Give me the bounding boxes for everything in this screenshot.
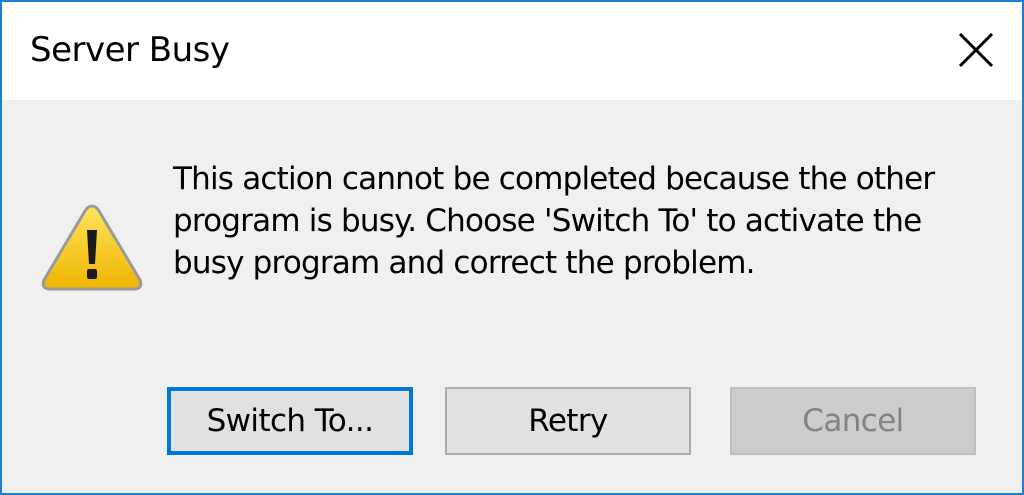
retry-button[interactable]: Retry	[445, 387, 691, 455]
title-bar: Server Busy	[2, 2, 1022, 100]
warning-icon	[40, 202, 144, 294]
server-busy-dialog: Server Busy This action cannot be comple…	[0, 0, 1024, 495]
message-text: This action cannot be completed because …	[173, 158, 993, 284]
message-line: busy program and correct the problem.	[173, 245, 755, 281]
message-line: This action cannot be completed because …	[173, 161, 935, 197]
window-title: Server Busy	[30, 30, 230, 70]
close-icon	[958, 32, 994, 68]
message-line: program is busy. Choose 'Switch To' to a…	[173, 203, 922, 239]
close-button[interactable]	[932, 2, 1022, 98]
cancel-button: Cancel	[730, 387, 976, 455]
switch-to-button[interactable]: Switch To...	[167, 387, 413, 455]
